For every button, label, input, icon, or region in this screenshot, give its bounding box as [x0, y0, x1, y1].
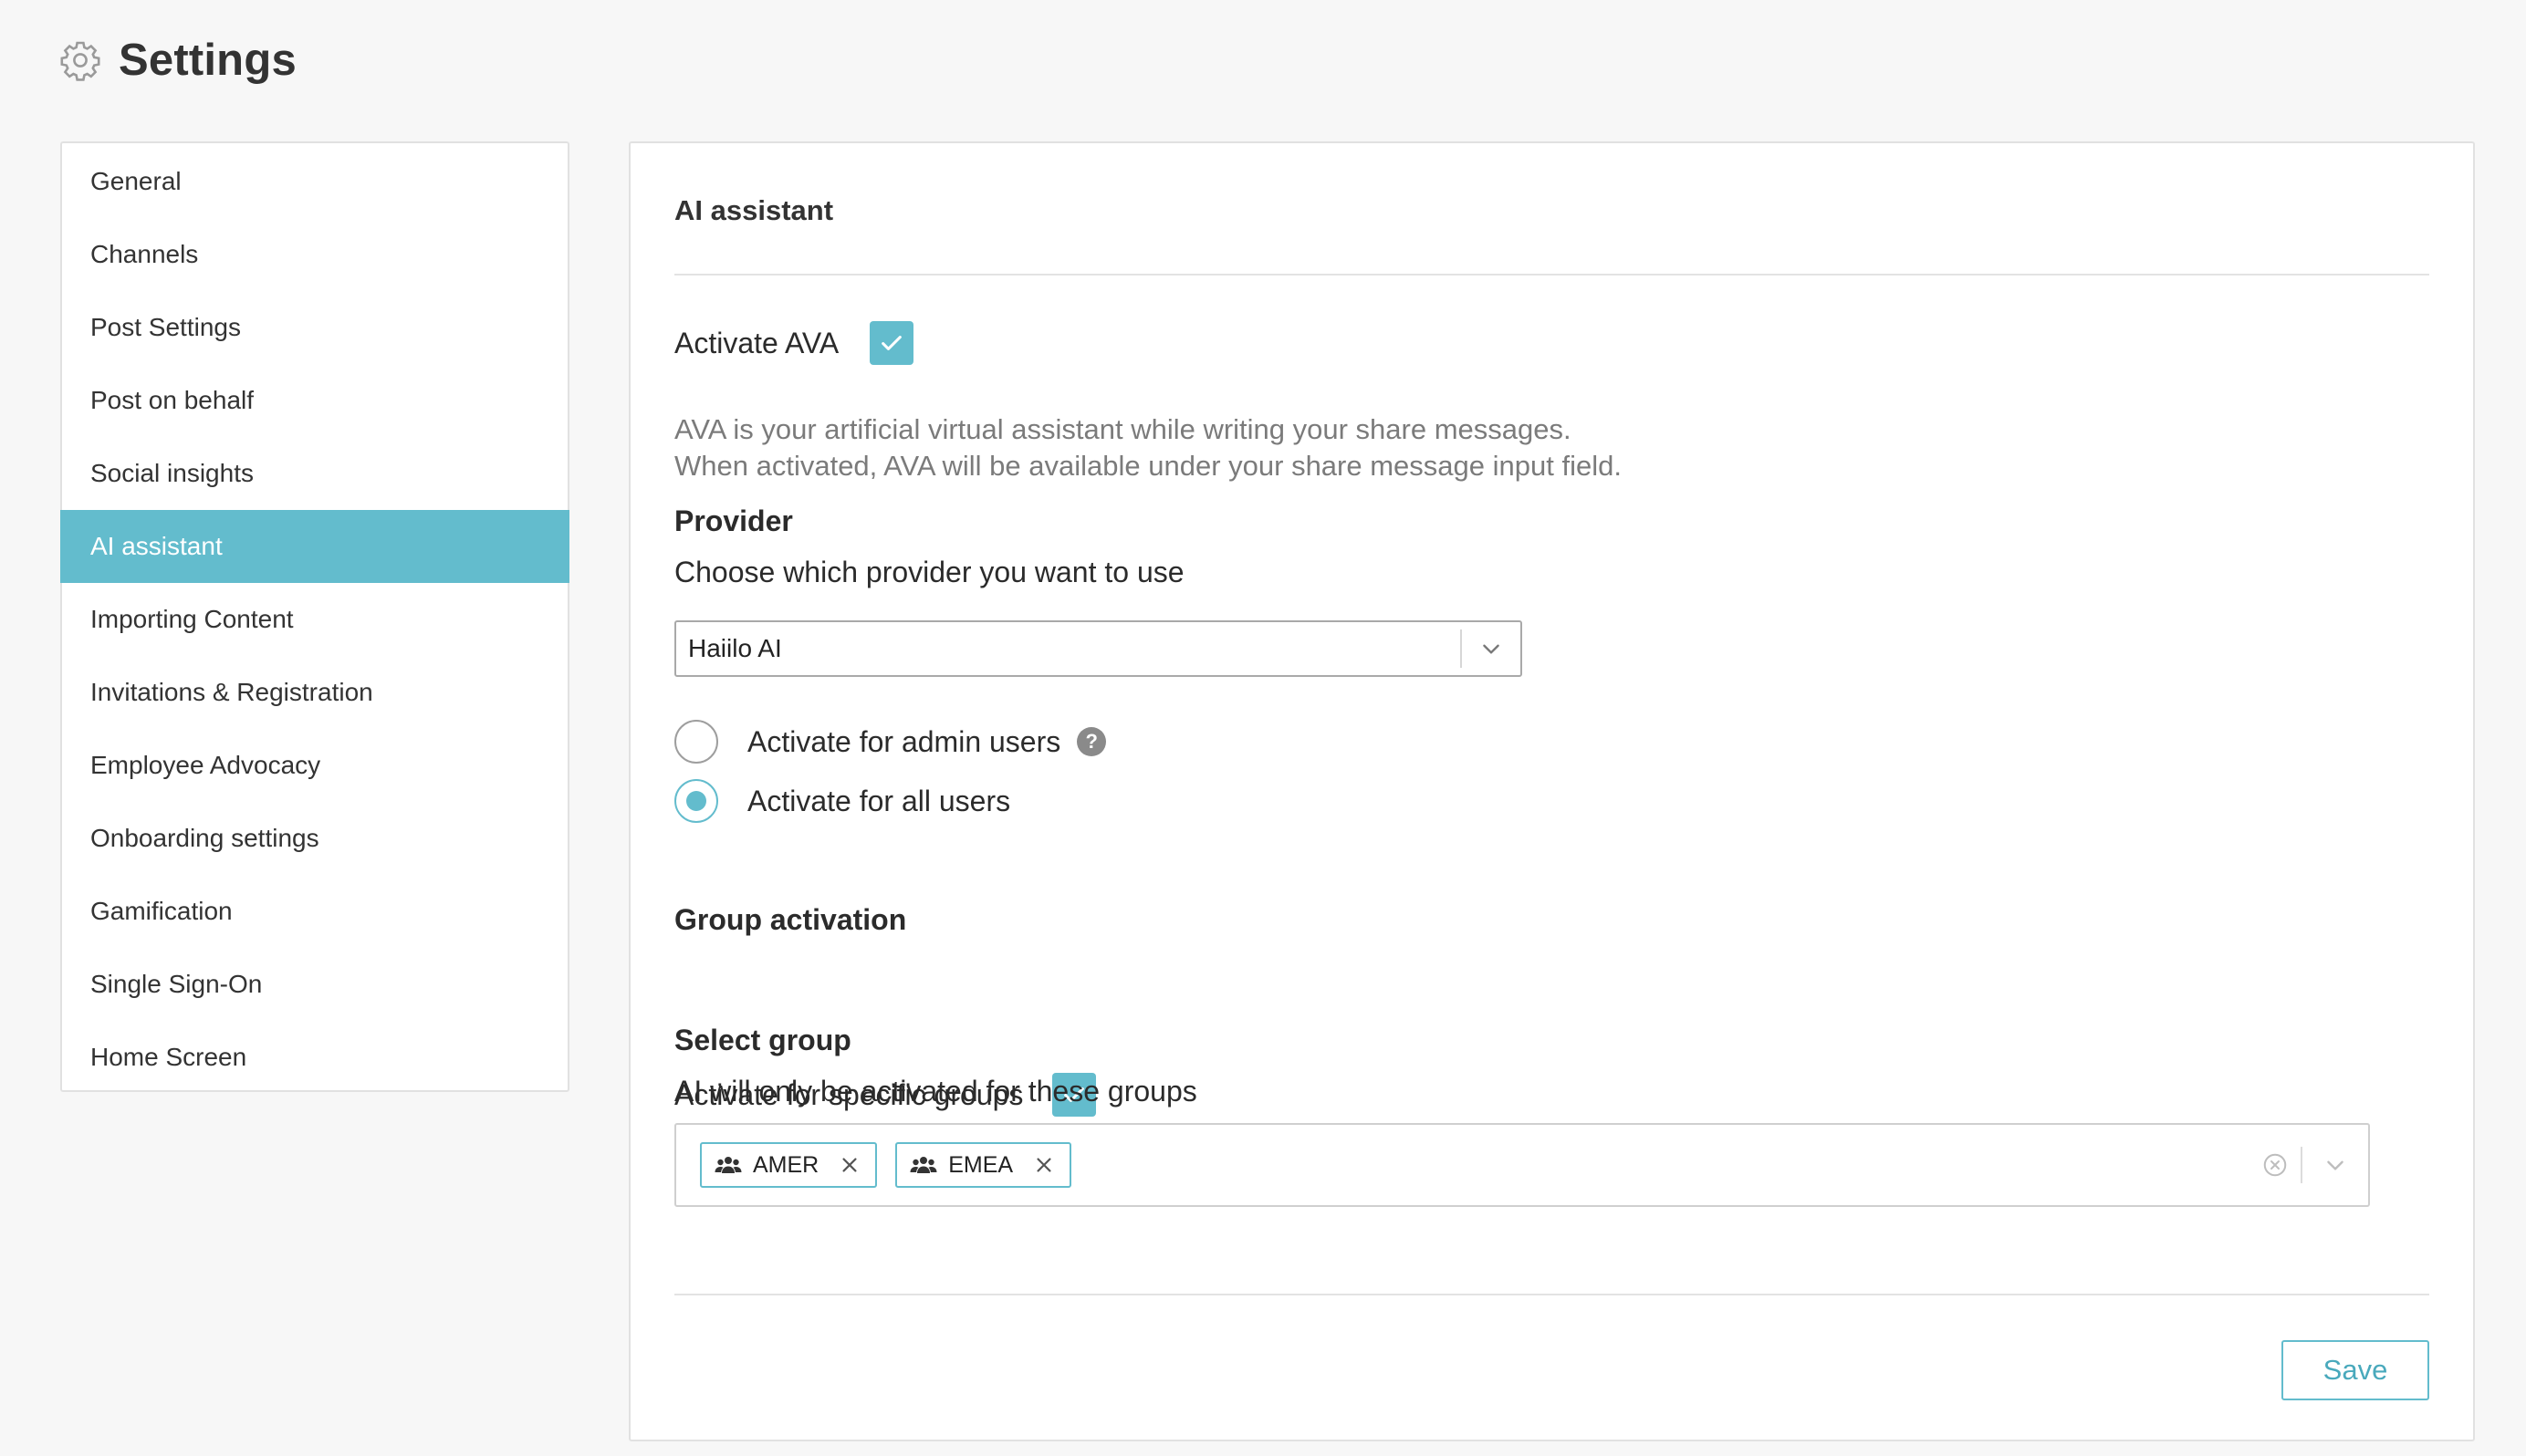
group-icon	[715, 1157, 742, 1173]
ava-description: AVA is your artificial virtual assistant…	[674, 411, 1622, 484]
panel-title: AI assistant	[674, 194, 834, 226]
sidebar-item-channels[interactable]: Channels	[62, 218, 568, 291]
radio-all-users-circle[interactable]	[674, 779, 718, 823]
select-group-label: AI will only be activated for these grou…	[674, 1075, 1197, 1108]
checkmark-icon	[882, 336, 903, 350]
sidebar-item-general[interactable]: General	[62, 145, 568, 218]
group-tag-label: AMER	[753, 1151, 819, 1178]
select-group-heading: Select group	[674, 1024, 851, 1056]
provider-select-value: Haiilo AI	[688, 634, 782, 662]
sidebar-item-post-on-behalf[interactable]: Post on behalf	[62, 364, 568, 437]
sidebar-item-onboarding-settings[interactable]: Onboarding settings	[62, 802, 568, 875]
group-activation-heading: Group activation	[674, 903, 907, 936]
activate-ava-label: Activate AVA	[674, 326, 840, 359]
radio-all-users-option[interactable]: Activate for all users	[674, 779, 1010, 823]
settings-sidebar: General Channels Post Settings Post on b…	[60, 141, 569, 1092]
divider	[674, 274, 2429, 276]
sidebar-item-post-settings[interactable]: Post Settings	[62, 291, 568, 364]
provider-heading: Provider	[674, 504, 793, 537]
sidebar-item-home-screen[interactable]: Home Screen	[62, 1021, 568, 1094]
sidebar-item-invitations-registration[interactable]: Invitations & Registration	[62, 656, 568, 729]
provider-label: Choose which provider you want to use	[674, 556, 1185, 588]
help-icon[interactable]: ?	[1077, 727, 1107, 756]
sidebar-item-ai-assistant[interactable]: AI assistant	[60, 510, 569, 583]
activate-ava-row: Activate AVA	[674, 321, 914, 365]
page-header: Settings	[58, 35, 297, 86]
group-tag-amer: AMER	[700, 1142, 878, 1188]
sidebar-item-importing-content[interactable]: Importing Content	[62, 583, 568, 656]
activate-ava-checkbox[interactable]	[870, 321, 914, 365]
group-tag-label: EMEA	[948, 1151, 1014, 1178]
close-icon[interactable]	[1031, 1152, 1057, 1178]
radio-admin-users-circle[interactable]	[674, 720, 718, 764]
close-icon[interactable]	[837, 1152, 862, 1178]
chevron-down-icon[interactable]	[2302, 1153, 2368, 1177]
sidebar-item-employee-advocacy[interactable]: Employee Advocacy	[62, 729, 568, 802]
radio-all-users-label: Activate for all users	[747, 784, 1011, 817]
page-title: Settings	[119, 36, 297, 85]
sidebar-item-gamification[interactable]: Gamification	[62, 875, 568, 948]
save-button[interactable]: Save	[2281, 1340, 2429, 1400]
divider	[674, 1294, 2429, 1295]
clear-circle-icon[interactable]	[2259, 1149, 2291, 1181]
group-multiselect[interactable]: AMER EMEA	[674, 1123, 2370, 1207]
radio-admin-users-label: Activate for admin users	[747, 724, 1061, 758]
radio-selected-dot	[686, 791, 706, 811]
ai-assistant-panel: AI assistant Activate AVA AVA is your ar…	[629, 141, 2475, 1441]
sidebar-item-single-sign-on[interactable]: Single Sign-On	[62, 948, 568, 1021]
radio-admin-users[interactable]: Activate for admin users ?	[674, 720, 1107, 764]
group-tag-emea: EMEA	[895, 1142, 1072, 1188]
provider-select[interactable]: Haiilo AI	[674, 620, 1522, 677]
group-icon	[910, 1157, 937, 1173]
ava-description-line-1: AVA is your artificial virtual assistant…	[674, 413, 1571, 445]
chevron-down-icon[interactable]	[1462, 637, 1520, 660]
gear-icon	[60, 41, 100, 81]
ava-description-line-2: When activated, AVA will be available un…	[674, 450, 1622, 482]
sidebar-item-social-insights[interactable]: Social insights	[62, 437, 568, 510]
